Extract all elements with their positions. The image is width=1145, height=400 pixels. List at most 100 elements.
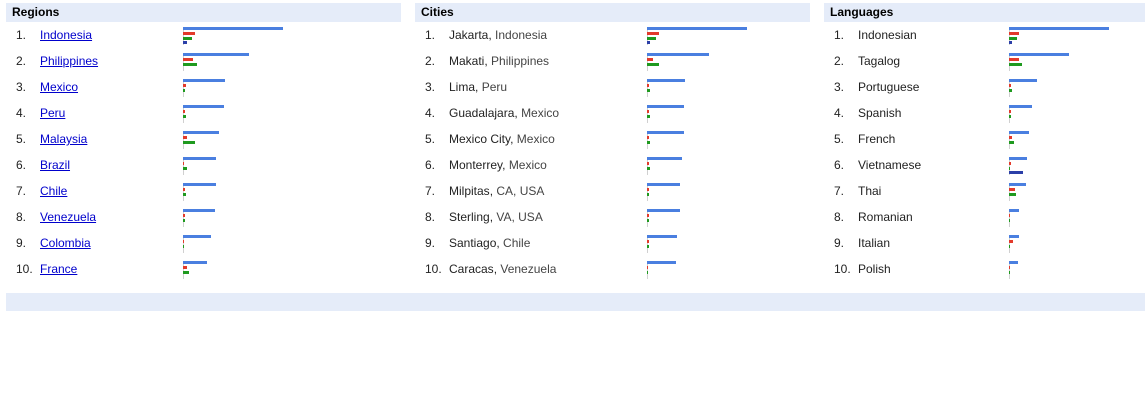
bar-blue [647, 235, 677, 238]
rank-number: 6. [834, 158, 845, 172]
bar-green [183, 271, 189, 274]
bar-red [1009, 32, 1019, 35]
bar-red [183, 162, 184, 165]
regions-bars [183, 235, 313, 253]
bar-green [1009, 245, 1010, 248]
rank-number: 3. [425, 80, 436, 94]
regions-bars [183, 157, 313, 175]
bar-red [647, 240, 649, 243]
city-label: Milpitas [449, 184, 490, 198]
bar-red [1009, 84, 1011, 87]
region-name: Peru [40, 100, 65, 126]
languages-row: 1. Indonesian [824, 22, 1145, 48]
city-name: Monterrey, Mexico [449, 158, 547, 172]
language-name: Tagalog [858, 54, 901, 68]
rank-number: 1. [834, 28, 845, 42]
bar-green [647, 271, 648, 274]
cities-bars [647, 131, 777, 149]
rank-number: 7. [834, 184, 845, 198]
languages-row: 5. French [824, 126, 1145, 152]
languages-bars [1009, 261, 1139, 279]
bar-red [1009, 136, 1012, 139]
bar-green [183, 167, 187, 170]
bar-blue [1009, 235, 1019, 238]
footer-bar [6, 293, 1145, 311]
cities-row: 8. Sterling, VA, USA [415, 204, 810, 230]
regions-bars [183, 131, 313, 149]
cities-bars [647, 157, 777, 175]
city-location: Indonesia [495, 28, 548, 42]
region-link[interactable]: Malaysia [40, 132, 87, 146]
bar-blue [647, 27, 747, 30]
city-name: Santiago, Chile [449, 236, 531, 250]
bar-blue [1009, 79, 1037, 82]
regions-row: 9. Colombia [6, 230, 401, 256]
bar-blue [1009, 53, 1069, 56]
languages-row: 2. Tagalog [824, 48, 1145, 74]
city-location: Peru [481, 80, 508, 94]
bar-red [1009, 240, 1013, 243]
city-location: VA, USA [496, 210, 543, 224]
bar-blue [1009, 261, 1018, 264]
languages-row: 9. Italian [824, 230, 1145, 256]
cities-panel: Cities 1. Jakarta, Indonesia 2. Makati, Phi… [415, 3, 810, 279]
region-link[interactable]: Indonesia [40, 28, 92, 42]
bar-blue [647, 131, 684, 134]
cities-row: 6. Monterrey, Mexico [415, 152, 810, 178]
rank-number: 7. [425, 184, 436, 198]
languages-row: 7. Thai [824, 178, 1145, 204]
bar-red [1009, 162, 1011, 165]
region-link[interactable]: Philippines [40, 54, 98, 68]
cities-row: 1. Jakarta, Indonesia [415, 22, 810, 48]
city-name: Caracas, Venezuela [449, 262, 557, 276]
region-name: Colombia [40, 230, 91, 256]
region-name: Venezuela [40, 204, 96, 230]
regions-row: 10. France [6, 256, 401, 282]
cities-header: Cities [415, 3, 810, 22]
region-link[interactable]: Colombia [40, 236, 91, 250]
regions-row: 4. Peru [6, 100, 401, 126]
language-name: Italian [858, 236, 891, 250]
bar-red [647, 84, 649, 87]
bar-blue [1009, 209, 1019, 212]
region-link[interactable]: Peru [40, 106, 65, 120]
languages-bars [1009, 27, 1139, 45]
region-link[interactable]: France [40, 262, 77, 276]
bar-red [183, 110, 185, 113]
region-link[interactable]: Chile [40, 184, 67, 198]
bar-green [1009, 167, 1010, 170]
bar-red [647, 214, 649, 217]
rank-number: 7. [16, 184, 27, 198]
region-link[interactable]: Mexico [40, 80, 78, 94]
region-link[interactable]: Brazil [40, 158, 70, 172]
regions-bars [183, 27, 313, 45]
rank-number: 4. [16, 106, 27, 120]
bar-red [647, 58, 653, 61]
bar-green [647, 219, 649, 222]
bar-green [1009, 37, 1017, 40]
region-link[interactable]: Venezuela [40, 210, 96, 224]
cities-bars [647, 209, 777, 227]
cities-row: 5. Mexico City, Mexico [415, 126, 810, 152]
languages-row: 6. Vietnamese [824, 152, 1145, 178]
bar-green [183, 37, 192, 40]
bar-blue [183, 53, 249, 56]
regions-header: Regions [6, 3, 401, 22]
city-location: Chile [503, 236, 531, 250]
regions-row: 2. Philippines [6, 48, 401, 74]
bar-blue [183, 105, 224, 108]
bar-green [647, 115, 650, 118]
languages-bars [1009, 131, 1139, 149]
bar-red [183, 188, 185, 191]
rank-number: 10. [834, 262, 851, 276]
rank-number: 10. [425, 262, 442, 276]
bar-blue [183, 261, 207, 264]
bar-blue [647, 209, 680, 212]
bar-green [183, 141, 195, 144]
language-name: Portuguese [858, 80, 920, 94]
city-location: Mexico [521, 106, 560, 120]
rank-number: 6. [425, 158, 436, 172]
cities-row: 10. Caracas, Venezuela [415, 256, 810, 282]
bar-red [1009, 58, 1019, 61]
language-name: Spanish [858, 106, 902, 120]
